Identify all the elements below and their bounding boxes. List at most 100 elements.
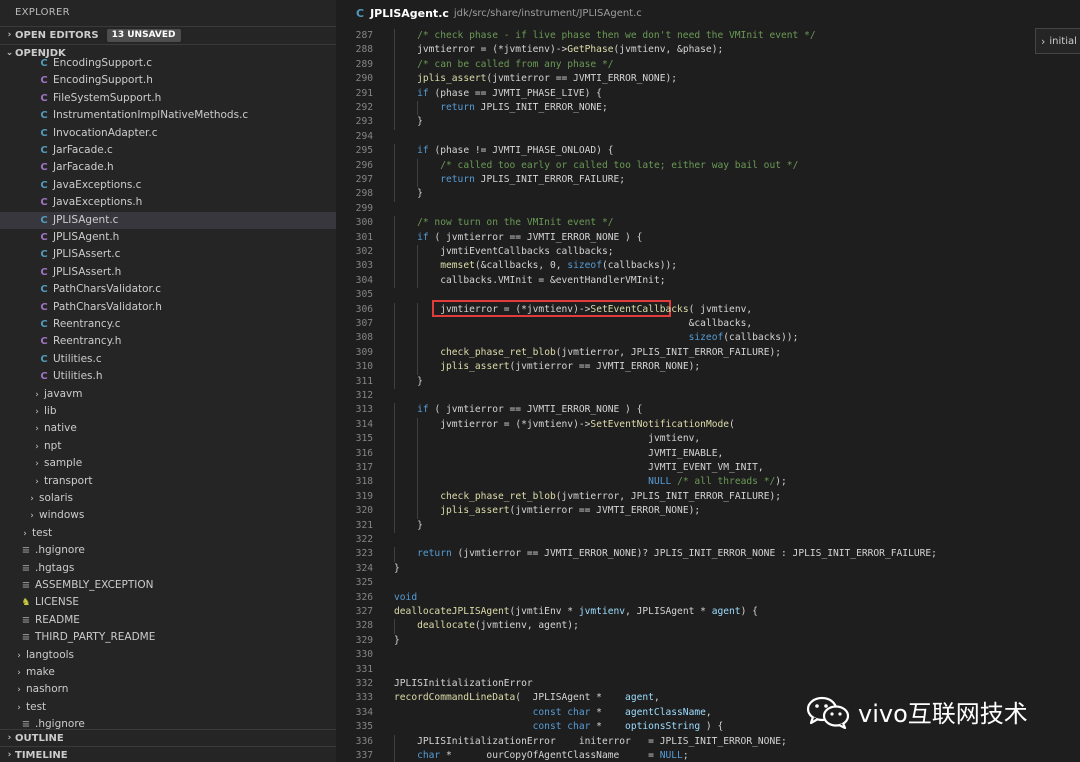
tree-file[interactable]: C PathCharsValidator.h (0, 299, 336, 316)
code-text: const char * agentClassName, (394, 706, 712, 720)
tree-file[interactable]: C JavaExceptions.c (0, 177, 336, 194)
code-token: if (417, 231, 429, 243)
explorer-sidebar: EXPLORER › OPEN EDITORS 13 UNSAVED ⌄ OPE… (0, 0, 336, 762)
tree-file[interactable]: ≡ README (0, 612, 336, 629)
line-number: 292 (355, 102, 373, 113)
open-editors-section[interactable]: › OPEN EDITORS 13 UNSAVED (0, 26, 336, 44)
c-file-icon: C (40, 214, 48, 226)
tree-file[interactable]: C Utilities.h (0, 368, 336, 385)
line-number: 304 (355, 274, 373, 286)
indent-guide (394, 187, 395, 202)
line-number: 298 (355, 188, 373, 200)
tree-file[interactable]: ≡ THIRD_PARTY_README (0, 629, 336, 646)
breadcrumb-peek[interactable]: › initial (1035, 28, 1080, 54)
tree-file[interactable]: C InvocationAdapter.c (0, 125, 336, 142)
tree-file[interactable]: C FileSystemSupport.h (0, 90, 336, 107)
tree-item-label: JPLISAssert.c (53, 248, 121, 261)
license-icon: ♞ (21, 597, 31, 609)
tree-file[interactable]: C JPLISAssert.h (0, 264, 336, 281)
tree-file[interactable]: ≡ .hgignore (0, 542, 336, 559)
line-number: 296 (355, 159, 373, 171)
code-token: if (417, 404, 429, 416)
tree-item-label: test (26, 700, 47, 713)
tree-file[interactable]: ≡ .hgtags (0, 560, 336, 577)
header-file-icon: C (40, 336, 48, 348)
indent-guide (417, 360, 419, 375)
code-token: ( jvmtierror == JVMTI_ERROR_NONE ) { (428, 231, 643, 243)
code-line: 311} (336, 374, 1080, 389)
tree-folder[interactable]: › transport (0, 473, 336, 490)
code-line: 315 jvmtienv, (336, 432, 1080, 447)
tree-file[interactable]: C InstrumentationImplNativeMethods.c (0, 107, 336, 124)
chevron-right-icon: › (7, 750, 12, 760)
timeline-section[interactable]: › TIMELINE (0, 746, 336, 762)
tree-folder[interactable]: › test (0, 699, 336, 716)
tree-file[interactable]: C JarFacade.c (0, 142, 336, 159)
code-token: , JPLISAgent * (625, 606, 712, 617)
tree-file[interactable]: C JavaExceptions.h (0, 194, 336, 211)
code-text: jvmtierror = (*jvmtienv)->GetPhase(jvmti… (417, 43, 723, 57)
tree-file[interactable]: ♞ LICENSE (0, 594, 336, 611)
outline-section[interactable]: › OUTLINE (0, 729, 336, 747)
line-number: 303 (355, 260, 373, 272)
code-token: (phase != JVMTI_PHASE_ONLOAD) { (428, 145, 614, 157)
tree-item-label: JPLISAgent.c (53, 213, 119, 226)
line-number: 294 (355, 130, 373, 142)
indent-guide (417, 432, 419, 447)
chevron-right-icon: › (7, 733, 12, 743)
code-line: 293} (336, 115, 1080, 130)
code-token: } (417, 188, 423, 200)
code-token: deallocateJPLISAgent (394, 606, 510, 617)
tree-folder[interactable]: › solaris (0, 490, 336, 507)
code-text: } (417, 115, 423, 129)
code-token: /* called too early or called too late; … (440, 159, 799, 171)
tree-file[interactable]: C JPLISAssert.c (0, 246, 336, 263)
tree-folder[interactable]: › langtools (0, 647, 336, 664)
tree-file[interactable]: ≡ .hgignore (0, 716, 336, 729)
tree-folder[interactable]: › javavm (0, 386, 336, 403)
text-file-icon: ≡ (21, 545, 31, 557)
tree-folder[interactable]: › npt (0, 438, 336, 455)
tree-file[interactable]: C JPLISAgent.h (0, 229, 336, 246)
editor-tab[interactable]: C JPLISAgent.c jdk/src/share/instrument/… (336, 0, 1080, 26)
indent-guide (417, 417, 419, 433)
tree-item-label: LICENSE (35, 596, 80, 609)
tree-file[interactable]: C Reentrancy.c (0, 316, 336, 333)
tree-folder[interactable]: › sample (0, 455, 336, 472)
code-line: 306 jvmtierror = (*jvmtienv)->SetEventCal… (336, 302, 1080, 317)
tree-file[interactable]: ≡ ASSEMBLY_EXCEPTION (0, 577, 336, 594)
code-text: } (394, 634, 400, 648)
tree-folder[interactable]: › native (0, 420, 336, 437)
tree-item-label: windows (39, 509, 85, 522)
tree-file[interactable]: C EncodingSupport.h (0, 72, 336, 89)
line-number: 311 (355, 375, 373, 387)
tree-folder[interactable]: › test (0, 525, 336, 542)
tree-file[interactable]: C JPLISAgent.c (0, 211, 336, 229)
indent-guide (417, 331, 419, 346)
line-number: 324 (355, 562, 373, 574)
code-token: (jvmtierror, JPLIS_INIT_ERROR_FAILURE); (555, 346, 782, 358)
indent-guide (417, 345, 419, 361)
tree-folder[interactable]: › make (0, 664, 336, 681)
tree-folder[interactable]: › lib (0, 403, 336, 420)
tree-file[interactable]: C Reentrancy.h (0, 333, 336, 350)
tree-file[interactable]: C JarFacade.h (0, 159, 336, 176)
line-number: 293 (355, 116, 373, 128)
header-file-icon: C (40, 371, 48, 383)
code-line: 325 (336, 576, 1080, 590)
line-number: 328 (355, 620, 373, 632)
code-text: recordCommandLineData( JPLISAgent * agen… (394, 691, 660, 705)
tree-item-label: JPLISAgent.h (53, 231, 120, 243)
tree-file[interactable]: C PathCharsValidator.c (0, 281, 336, 298)
indent-guide (394, 749, 395, 762)
tree-folder[interactable]: › windows (0, 507, 336, 524)
tree-item-label: PathCharsValidator.h (53, 300, 162, 313)
tree-folder[interactable]: › nashorn (0, 681, 336, 698)
code-line: 287 /* check phase - if live phase then w… (336, 29, 1080, 44)
tree-file[interactable]: C Utilities.c (0, 351, 336, 368)
code-text: /* check phase - if live phase then we d… (417, 29, 816, 43)
indent-guide (394, 417, 395, 433)
line-number: 320 (355, 505, 373, 517)
tree-file[interactable]: C EncodingSupport.c (0, 55, 336, 72)
